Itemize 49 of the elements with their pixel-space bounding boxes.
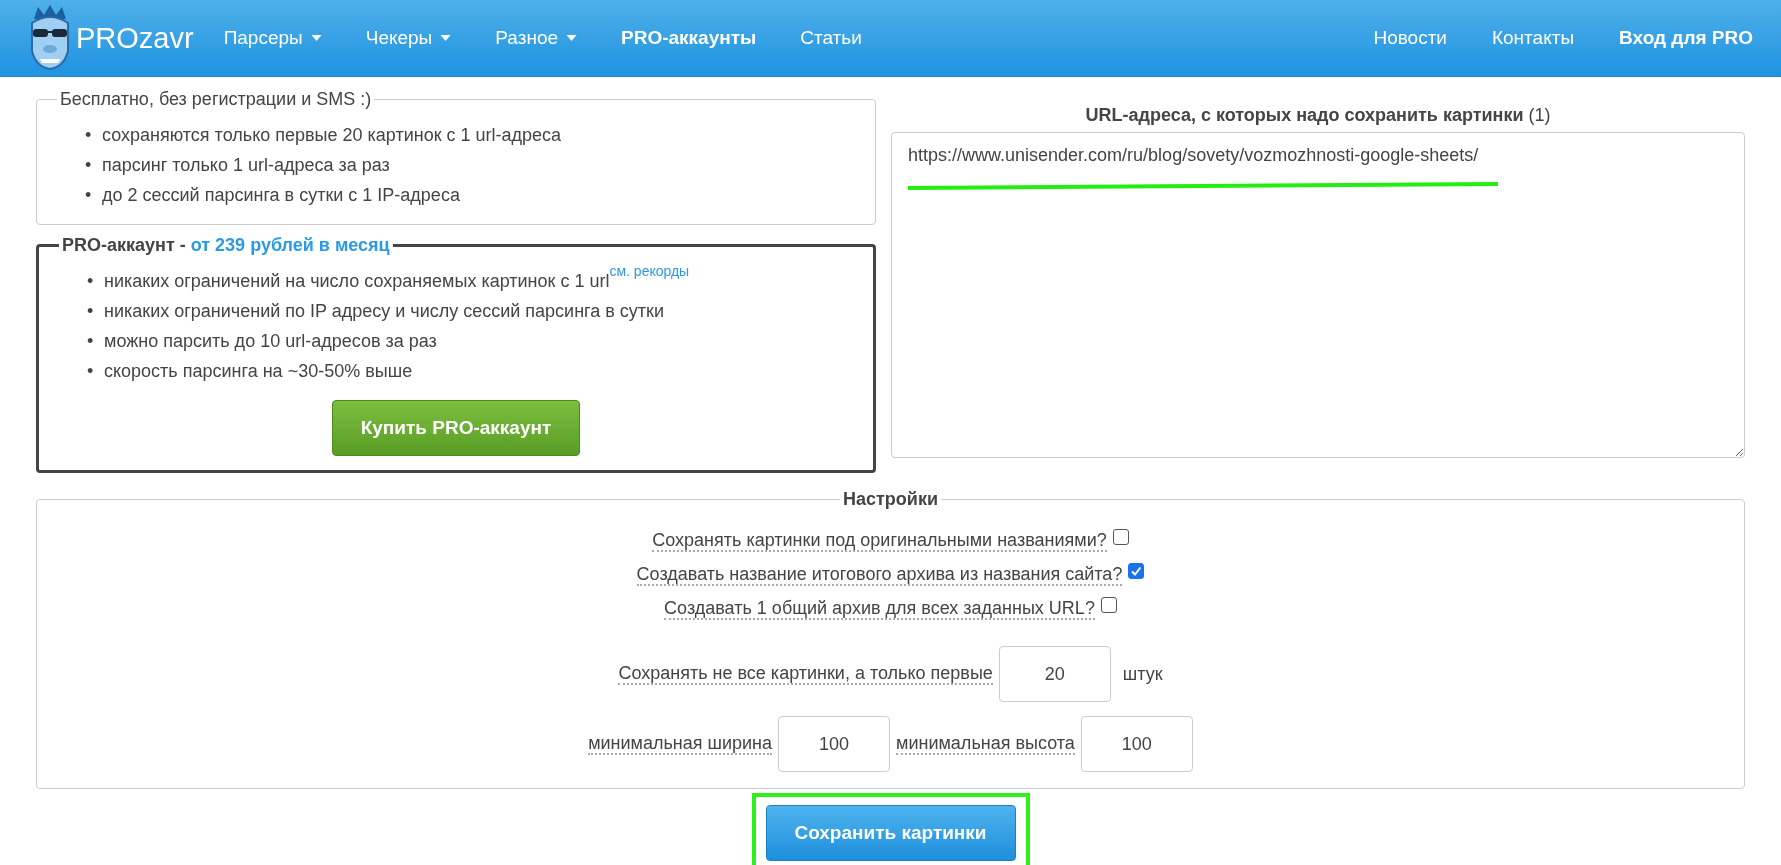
option-label: Создавать название итогового архива из названия сайта? bbox=[636, 564, 1123, 586]
list-bullet: • bbox=[87, 360, 95, 383]
number-input-field[interactable]: 100 bbox=[1080, 716, 1193, 772]
nav-link[interactable]: Новости bbox=[1373, 27, 1447, 49]
option-label: Создавать 1 общий архив для всех заданных URL? bbox=[664, 598, 1095, 620]
nav-link[interactable]: Вход для PRO bbox=[1619, 27, 1753, 49]
nav-link[interactable]: Контакты bbox=[1492, 27, 1575, 49]
save-images-button[interactable]: Сохранить картинки bbox=[765, 805, 1016, 861]
nav-link[interactable]: Чекеры bbox=[365, 27, 452, 49]
option-label: Сохранять картинки под оригинальными названиями? bbox=[652, 530, 1107, 552]
caret-icon bbox=[440, 35, 452, 41]
list-bullet: • bbox=[85, 184, 93, 207]
url-field-label: URL-адреса, с которых надо сохранить картинки (1) bbox=[1084, 104, 1552, 127]
nav-link[interactable]: Разное bbox=[495, 27, 577, 49]
list-bullet: • bbox=[87, 300, 95, 323]
list-bullet: • bbox=[87, 330, 95, 353]
panel-legend: Настройки bbox=[840, 489, 941, 510]
list-item-text: можно парсить до 10 url-адресов за раз bbox=[104, 330, 437, 353]
panel-legend: PRO-аккаунт - bbox=[62, 235, 191, 255]
nav-link[interactable]: Статьи bbox=[800, 27, 862, 49]
list-item-text: парсинг только 1 url-адреса за раз bbox=[102, 154, 390, 177]
checkbox[interactable] bbox=[1112, 529, 1129, 545]
list-item-text: никаких ограничений на число сохраняемых картинок с 1 url bbox=[104, 271, 610, 293]
mascot-icon[interactable] bbox=[28, 5, 72, 71]
list-item-text: до 2 сессий парсинга в сутки с 1 IP-адреса bbox=[102, 184, 460, 207]
nav-link[interactable]: Парсеры bbox=[223, 27, 322, 49]
number-input-field[interactable]: 100 bbox=[778, 716, 891, 772]
nav-link[interactable]: PRO-аккаунты bbox=[621, 27, 757, 49]
field-label: Сохранять не все картинки, а только первые bbox=[618, 663, 993, 685]
list-bullet: • bbox=[85, 124, 93, 147]
buy-pro-button[interactable]: Купить PRO-аккаунт bbox=[332, 400, 580, 456]
caret-icon bbox=[566, 35, 577, 41]
field-label: минимальная ширина bbox=[588, 733, 773, 755]
field-label: минимальная высота bbox=[896, 733, 1075, 755]
list-item-text: сохраняются только первые 20 картинок с 1 url-адреса bbox=[102, 124, 562, 147]
url-input-field[interactable]: https://www.unisender.com/ru/blog/sovety/vozmozhnosti-google-sheets/ bbox=[891, 132, 1745, 458]
list-item-text: никаких ограничений по IP адресу и числу сессий парсинга в сутки bbox=[104, 300, 664, 323]
site-logo-text[interactable]: PROzavr bbox=[76, 21, 194, 55]
unit-label: штук bbox=[1122, 663, 1163, 685]
caret-icon bbox=[310, 35, 322, 41]
list-item-text: скорость парсинга на ~30-50% выше bbox=[104, 360, 413, 383]
checkbox[interactable] bbox=[1128, 563, 1145, 579]
checkbox[interactable] bbox=[1100, 597, 1117, 613]
records-link[interactable]: см. рекорды bbox=[609, 256, 690, 286]
panel-legend: Бесплатно, без регистрации и SMS :) bbox=[57, 89, 375, 110]
price-text: от 239 рублей в месяц bbox=[190, 235, 390, 255]
number-input-field[interactable]: 20 bbox=[998, 646, 1111, 702]
list-bullet: • bbox=[87, 270, 95, 293]
list-bullet: • bbox=[85, 154, 93, 177]
